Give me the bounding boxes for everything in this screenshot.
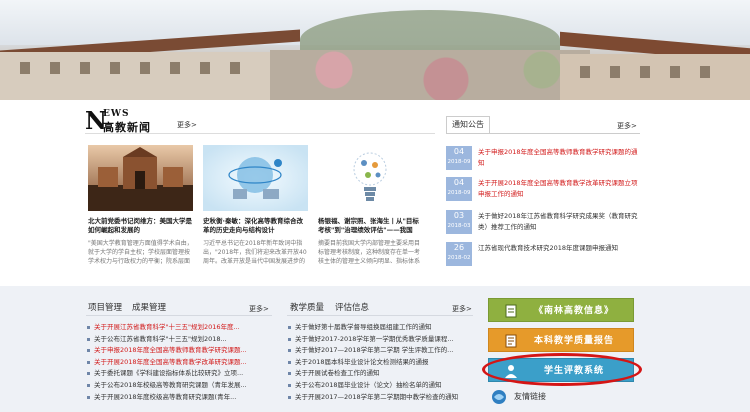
news-image-lightbulb[interactable] [318, 145, 423, 211]
projects-more-link[interactable]: 更多> [249, 304, 269, 314]
news-title-3[interactable]: 杨银福、谢宗照、张海生丨从"目标考核"到"治理绩效评估"——我国大... [318, 217, 423, 235]
notice-more-link[interactable]: 更多> [617, 121, 637, 131]
notice-date-1: 04 2018-09 [446, 146, 472, 170]
notice-text-4[interactable]: 江苏省现代教育技术研究2018年度课题申报通知 [478, 243, 638, 254]
news-desc-1: "美国大学教育管理方面值得学术自由，就于大学的学自主权；学校层面管理按学术权力与… [88, 240, 193, 265]
friend-links[interactable]: 友情链接 [488, 388, 608, 406]
nanlin-higher-ed-info-button[interactable]: 《南林高教信息》 [488, 298, 634, 322]
list-item[interactable]: 关于开展2017—2018学年第二学期期中教学检查的通知 [287, 392, 473, 404]
news-more-link[interactable]: 更多> [177, 120, 197, 130]
notice-item-4[interactable]: 26 2018-02 江苏省现代教育技术研究2018年度课题申报通知 [446, 242, 646, 266]
news-card-2[interactable]: 史秋衡·秦敏：深化高等教育综合改革的历史走向与结构设计 习近平总书记在2018年… [203, 145, 308, 266]
campus-banner [0, 0, 750, 100]
tab-teaching-quality[interactable]: 教学质量 [290, 300, 324, 316]
notebook-icon [505, 334, 517, 348]
student-evaluation-system-label: 学生评教系统 [543, 366, 604, 376]
news-card-3[interactable]: 杨银福、谢宗照、张海生丨从"目标考核"到"治理绩效评估"——我国大... 摘要目… [318, 145, 423, 266]
list-item[interactable]: 关于公布2018年校级高等教育研究课题（青年发展... [86, 380, 272, 392]
list-item[interactable]: 关于申报2018年度全国高等教师教育教学研究课题... [86, 345, 272, 357]
teaching-quality-report-label: 本科教学质量报告 [533, 336, 614, 346]
tab-evaluation-info[interactable]: 评估信息 [335, 300, 369, 316]
news-header: N EWS 高教新闻 更多> [85, 108, 435, 134]
notice-text-2[interactable]: 关于开展2018年度全国高等教育教学改革研究课题立项申报工作的通知 [478, 178, 638, 200]
news-logo-cn: 高教新闻 [103, 121, 151, 134]
list-item[interactable]: 关于2018届本科毕业设计论文检测结果的通报 [287, 357, 473, 369]
notice-date-4: 26 2018-02 [446, 242, 472, 266]
list-item[interactable]: 关于做好2017-2018学年第一学期优秀教学质量课程... [287, 334, 473, 346]
notice-tab[interactable]: 通知公告 [446, 116, 490, 134]
teaching-quality-report-button[interactable]: 本科教学质量报告 [488, 328, 634, 352]
news-image-globe-tech[interactable] [203, 145, 308, 211]
notice-date-2: 04 2018-09 [446, 177, 472, 201]
tab-project-management[interactable]: 项目管理 [88, 300, 122, 316]
friend-links-label: 友情链接 [514, 392, 546, 401]
news-desc-3: 摘要目前我国大学内部管理主要采用目标管理考核制度，这种制度存在单一考核主体的管理… [318, 240, 421, 265]
notice-text-1[interactable]: 关于申报2018年度全国高等教师教育教学研究课题的通知 [478, 147, 638, 169]
notice-text-3[interactable]: 关于做好2018年江苏省教育科学研究成果奖（教育研究类）推荐工作的通知 [478, 211, 638, 233]
news-logo-en: EWS [103, 109, 130, 119]
notice-item-3[interactable]: 03 2018-03 关于做好2018年江苏省教育科学研究成果奖（教育研究类）推… [446, 210, 646, 234]
notice-date-3: 03 2018-03 [446, 210, 472, 234]
person-icon [505, 365, 517, 378]
projects-list: 关于开展江苏省教育科学"十三五"规划2016年度... 关于公布江苏省教育科学"… [86, 322, 272, 403]
list-item[interactable]: 关于公布江苏省教育科学"十三五"规划2018... [86, 334, 272, 346]
projects-panel-header: 项目管理 成果管理 更多> [86, 300, 272, 316]
list-item[interactable]: 关于做好2017—2018学年第二学期 学生评教工作的... [287, 345, 473, 357]
quality-more-link[interactable]: 更多> [452, 304, 472, 314]
news-image-college-gate[interactable] [88, 145, 193, 211]
news-card-1[interactable]: 北大前党委书记闵维方：美国大学是如何崛起和发展的 "美国大学教育管理方面值得学术… [88, 145, 193, 266]
list-item[interactable]: 关于委托课题《学科建设指标体系比较研究》立项... [86, 368, 272, 380]
friend-links-icon [492, 390, 506, 404]
tab-achievement-management[interactable]: 成果管理 [132, 300, 166, 316]
student-evaluation-system-button[interactable]: 学生评教系统 [488, 358, 634, 382]
quality-list: 关于做好第十届教学督导组换届组建工作的通知 关于做好2017-2018学年第一学… [287, 322, 473, 403]
nanlin-higher-ed-info-label: 《南林高教信息》 [533, 306, 614, 316]
list-item[interactable]: 关于做好第十届教学督导组换届组建工作的通知 [287, 322, 473, 334]
list-item[interactable]: 关于开展试卷检查工作的通知 [287, 368, 473, 380]
notice-item-2[interactable]: 04 2018-09 关于开展2018年度全国高等教育教学改革研究课题立项申报工… [446, 177, 646, 201]
quality-panel-header: 教学质量 评估信息 更多> [287, 300, 473, 316]
document-icon [505, 304, 517, 318]
list-item[interactable]: 关于开展2018年度全国高等教育教学改革研究课题... [86, 357, 272, 369]
list-item[interactable]: 关于公布2018届毕业设计（论文）抽检名单的通知 [287, 380, 473, 392]
notice-item-1[interactable]: 04 2018-09 关于申报2018年度全国高等教师教育教学研究课题的通知 [446, 146, 646, 170]
news-desc-2: 习近平总书记在2018年新年致词中指出，"2018年，我们将迎来改革开放40周年… [203, 240, 307, 265]
list-item[interactable]: 关于开展2018年度校级高等教育研究课题(青年... [86, 392, 272, 404]
news-title-2[interactable]: 史秋衡·秦敏：深化高等教育综合改革的历史走向与结构设计 [203, 217, 308, 235]
list-item[interactable]: 关于开展江苏省教育科学"十三五"规划2016年度... [86, 322, 272, 334]
news-title-1[interactable]: 北大前党委书记闵维方：美国大学是如何崛起和发展的 [88, 217, 193, 235]
